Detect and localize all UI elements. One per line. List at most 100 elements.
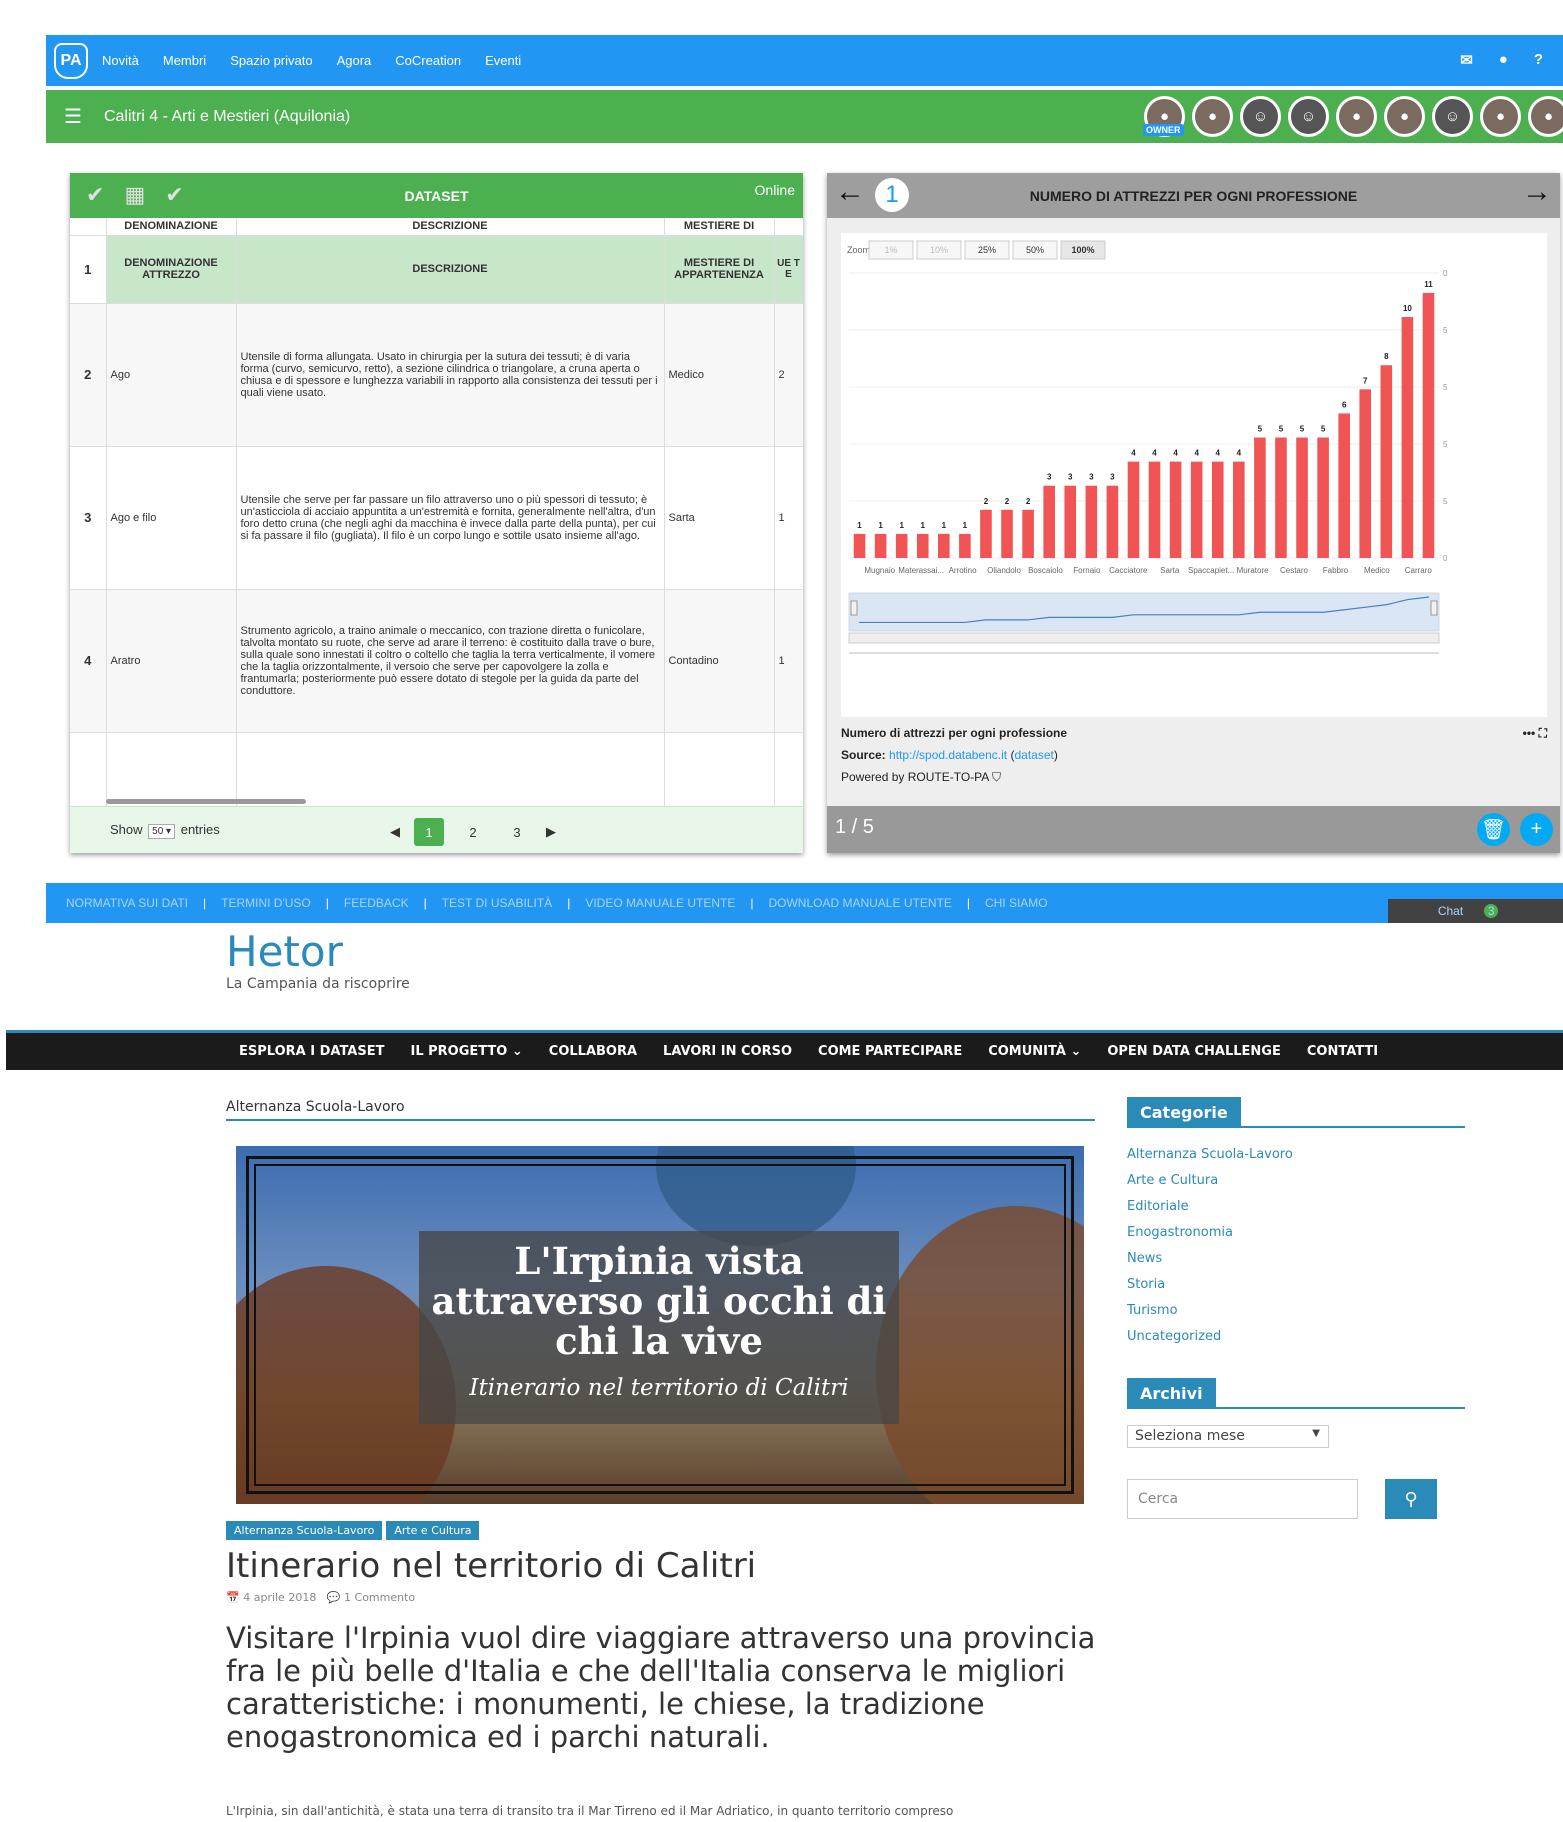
footer-link[interactable]: FEEDBACK — [344, 896, 409, 910]
avatar[interactable]: ● — [1528, 96, 1563, 137]
month-select[interactable]: Seleziona mese ▼ — [1127, 1425, 1329, 1448]
navigator-scrollbar[interactable] — [848, 632, 1440, 644]
site-title[interactable]: Hetor — [226, 927, 343, 976]
category-link[interactable]: Enogastronomia — [1127, 1225, 1293, 1251]
column-header[interactable] — [70, 218, 107, 236]
table-cell[interactable]: DESCRIZIONE — [236, 235, 665, 304]
bar — [1254, 437, 1266, 558]
mail-icon[interactable]: ✉ — [1460, 51, 1473, 69]
search-input[interactable]: Cerca — [1127, 1479, 1358, 1519]
blog-nav-item[interactable]: COME PARTECIPARE — [818, 1044, 962, 1059]
prev-page-icon[interactable]: ◀ — [390, 824, 400, 840]
avatar[interactable]: ● — [1480, 96, 1521, 137]
blog-nav-item[interactable]: CONTATTI — [1307, 1044, 1378, 1059]
avatar[interactable]: ● OWNER — [1143, 96, 1185, 137]
post-date[interactable]: 4 aprile 2018 — [243, 1591, 316, 1604]
category-link[interactable]: Alternanza Scuola-Lavoro — [1127, 1147, 1293, 1173]
arrow-right-icon[interactable]: → — [1522, 175, 1552, 209]
table-cell[interactable]: Utensile che serve per far passare un fi… — [236, 446, 665, 590]
footer-link[interactable]: VIDEO MANUALE UTENTE — [585, 896, 735, 910]
blog-nav-item[interactable]: LAVORI IN CORSO — [663, 1044, 792, 1059]
category-link[interactable]: Storia — [1127, 1277, 1293, 1303]
category-link[interactable]: Turismo — [1127, 1303, 1293, 1329]
route-to-pa-logo[interactable]: PA — [54, 42, 88, 79]
footer-link[interactable]: NORMATIVA SUI DATI — [66, 896, 188, 910]
data-label: 10 — [1403, 304, 1412, 313]
blog-nav-item[interactable]: COLLABORA — [549, 1044, 637, 1059]
blog-nav-item[interactable]: OPEN DATA CHALLENGE — [1107, 1044, 1281, 1059]
category-tag[interactable]: Alternanza Scuola-Lavoro — [226, 1521, 383, 1540]
table-cell[interactable]: Sarta — [664, 446, 775, 590]
page-button[interactable]: 2 — [458, 818, 488, 846]
nav-agora[interactable]: Agora — [337, 53, 372, 68]
footer-link[interactable]: TEST DI USABILITÀ — [442, 896, 552, 910]
post-title[interactable]: Itinerario nel territorio di Calitri — [226, 1546, 756, 1586]
help-icon[interactable]: ? — [1534, 51, 1543, 69]
blog-nav-item[interactable]: COMUNITÀ ⌄ — [988, 1044, 1081, 1059]
category-link[interactable]: Arte e Cultura — [1127, 1173, 1293, 1199]
table-cell[interactable]: DENOMINAZIONE ATTREZZO — [106, 235, 237, 304]
nav-novita[interactable]: Novità — [102, 53, 139, 68]
footer-link[interactable]: DOWNLOAD MANUALE UTENTE — [768, 896, 951, 910]
table-cell[interactable]: Utensile di forma allungata. Usato in ch… — [236, 303, 665, 447]
column-header[interactable]: MESTIERE DI — [664, 218, 775, 236]
dataset-panel: ✔ ▦ ✔ DATASET Online DENOMINAZIONE DESCR… — [70, 173, 803, 853]
search-button[interactable]: ⚲ — [1385, 1479, 1437, 1519]
table-cell[interactable]: Ago e filo — [106, 446, 237, 590]
page-button[interactable]: 3 — [502, 818, 532, 846]
add-icon[interactable]: + — [1520, 813, 1553, 846]
footer-link[interactable]: TERMINI D'USO — [221, 896, 311, 910]
category-link[interactable]: Editoriale — [1127, 1199, 1293, 1225]
column-header[interactable]: DESCRIZIONE — [236, 218, 665, 236]
column-header[interactable] — [774, 218, 803, 236]
navigator-handle[interactable] — [1430, 600, 1438, 616]
table-cell[interactable]: 2 — [774, 303, 803, 447]
user-icon[interactable]: ● — [1499, 51, 1508, 69]
blog-nav-item[interactable]: IL PROGETTO ⌄ — [410, 1044, 522, 1059]
horizontal-scrollbar[interactable] — [106, 799, 306, 804]
avatar[interactable]: ● — [1336, 96, 1377, 137]
avatar[interactable]: ● — [1192, 96, 1233, 137]
table-cell[interactable]: MESTIERE DI APPARTENENZA — [664, 235, 775, 304]
nav-spazio-privato[interactable]: Spazio privato — [230, 53, 312, 68]
table-cell[interactable]: Aratro — [106, 589, 237, 733]
entries-value: 50 — [152, 826, 164, 837]
table-cell[interactable]: 1 — [774, 589, 803, 733]
dataset-link[interactable]: dataset — [1014, 748, 1053, 762]
table-cell[interactable]: 1 — [774, 446, 803, 590]
menu-icon[interactable]: ☰ — [64, 104, 82, 129]
navigator-handle[interactable] — [850, 600, 858, 616]
table-cell[interactable]: Medico — [664, 303, 775, 447]
featured-image[interactable]: L'Irpinia vista attraverso gli occhi di … — [236, 1146, 1084, 1504]
delete-icon[interactable]: 🗑 — [1477, 813, 1510, 846]
avatar[interactable]: ☺ — [1432, 96, 1473, 137]
nav-membri[interactable]: Membri — [163, 53, 206, 68]
blog-nav-item[interactable]: ESPLORA I DATASET — [239, 1044, 384, 1059]
nav-eventi[interactable]: Eventi — [485, 53, 521, 68]
category-link[interactable]: Uncategorized — [1127, 1329, 1293, 1355]
table-cell[interactable]: UE T E — [774, 235, 803, 304]
page-button[interactable]: 1 — [414, 818, 444, 846]
avatar[interactable]: ☺ — [1240, 96, 1281, 137]
table-cell[interactable]: Ago — [106, 303, 237, 447]
source-link[interactable]: http://spod.databenc.it — [889, 748, 1007, 762]
bar — [1022, 509, 1034, 558]
table-cell[interactable]: Strumento agricolo, a traino animale o m… — [236, 589, 665, 733]
data-label: 3 — [1047, 473, 1052, 482]
table-cell[interactable]: Contadino — [664, 589, 775, 733]
nav-cocreation[interactable]: CoCreation — [395, 53, 461, 68]
powered-by: Powered by ROUTE-TO-PA — [841, 770, 989, 784]
category-link[interactable]: News — [1127, 1251, 1293, 1277]
chat-label: Chat — [1437, 904, 1464, 918]
avatar[interactable]: ● — [1384, 96, 1425, 137]
category-tag[interactable]: Arte e Cultura — [386, 1521, 480, 1540]
avatar[interactable]: ☺ — [1288, 96, 1329, 137]
next-page-icon[interactable]: ▶ — [546, 824, 556, 840]
chat-button[interactable]: Chat 3 — [1388, 899, 1563, 923]
entries-select[interactable]: 50 ▾ — [148, 824, 176, 839]
column-header[interactable]: DENOMINAZIONE — [106, 218, 237, 236]
footer-link[interactable]: CHI SIAMO — [985, 896, 1048, 910]
bar — [1296, 437, 1308, 558]
comments-link[interactable]: 1 Commento — [344, 1591, 415, 1604]
more-icon[interactable]: ••• ⛶ — [1523, 726, 1547, 741]
